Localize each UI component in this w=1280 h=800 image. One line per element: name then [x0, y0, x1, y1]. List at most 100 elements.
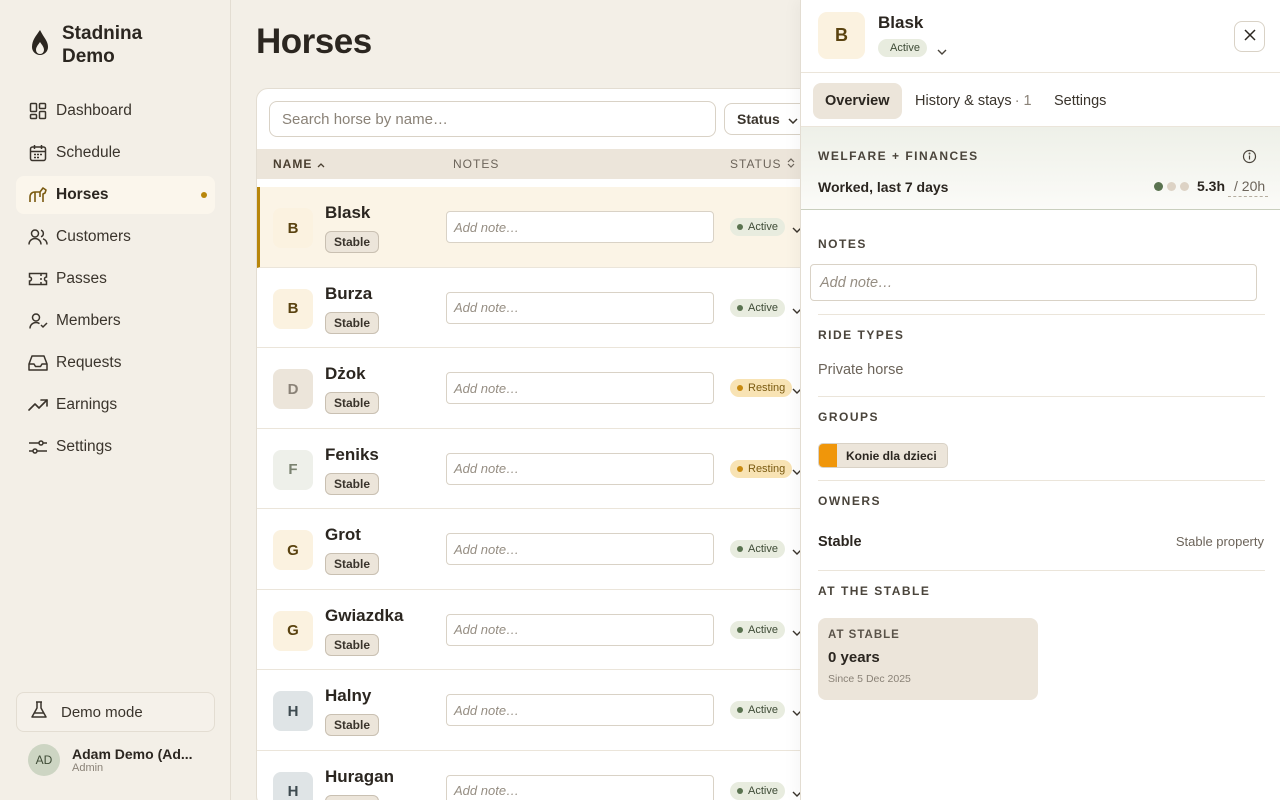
status-badge[interactable]: Resting: [730, 379, 793, 397]
status-badge[interactable]: Active: [730, 218, 785, 236]
nav-item-requests[interactable]: Requests: [16, 344, 215, 382]
horses-table-card: Search horse by name… Status NAME NOTES …: [256, 88, 816, 800]
table-row[interactable]: B Blask Stable Add note… Active: [257, 187, 815, 268]
ride-type-value[interactable]: Private horse: [818, 362, 903, 378]
status-badge[interactable]: Active: [730, 298, 785, 317]
horse-detail-panel: B Blask Active Overview History & stays …: [800, 0, 1280, 800]
status-badge[interactable]: Active: [730, 620, 785, 639]
horse-name: Dżok: [325, 364, 366, 383]
status-chevron-down-icon[interactable]: [937, 42, 947, 60]
note-input[interactable]: Add note…: [446, 694, 714, 726]
horse-avatar: B: [273, 208, 313, 248]
note-input[interactable]: Add note…: [446, 452, 714, 485]
nav-label: Settings: [56, 438, 113, 455]
calendar-icon: [28, 143, 48, 163]
horse-name: Halny: [325, 686, 372, 705]
nav-item-dashboard[interactable]: Dashboard: [16, 92, 215, 130]
status-dot: [737, 224, 743, 230]
divider: [818, 480, 1265, 481]
status-badge[interactable]: Active: [730, 540, 785, 558]
status-badge[interactable]: Active: [730, 781, 785, 800]
horse-tag: Stable: [325, 311, 380, 334]
main-nav: Dashboard Schedule Horses Customers Pass…: [16, 92, 215, 470]
nav-label: Dashboard: [56, 102, 132, 119]
status-dot: [737, 385, 743, 391]
nav-item-customers[interactable]: Customers: [16, 218, 215, 256]
at-stable-card: AT STABLE 0 years Since 5 Dec 2025: [818, 618, 1038, 700]
nav-item-earnings[interactable]: Earnings: [16, 386, 215, 424]
group-chip[interactable]: Konie dla dzieci: [818, 443, 948, 468]
note-input[interactable]: Add note…: [446, 613, 714, 646]
panel-tabs: Overview History & stays · 1 Settings: [801, 72, 1280, 127]
table-row[interactable]: F Feniks Stable Add note… Resting: [257, 429, 815, 509]
status-label: Active: [748, 221, 778, 233]
search-input[interactable]: Search horse by name…: [269, 101, 716, 137]
status-dot: [737, 304, 743, 311]
tab-settings[interactable]: Settings: [1042, 83, 1118, 119]
brand-name: Stadnina Demo: [62, 23, 143, 67]
column-header-status[interactable]: STATUS: [730, 157, 795, 171]
table-body: B Blask Stable Add note… Active B Burza Stable A…: [257, 187, 815, 800]
note-input[interactable]: Add note…: [446, 533, 714, 565]
tab-history-stays[interactable]: History & stays · 1: [903, 83, 1044, 119]
status-badge[interactable]: Active: [878, 39, 927, 57]
nav-item-horses[interactable]: Horses: [16, 176, 215, 214]
nav-label: Customers: [56, 228, 131, 245]
user-role: Admin: [72, 762, 104, 774]
note-input[interactable]: Add note…: [446, 291, 714, 324]
nav-label: Horses: [56, 186, 109, 203]
flame-logo-icon: [28, 28, 52, 63]
note-input[interactable]: Add note…: [446, 774, 714, 800]
horse-tag: Stable: [325, 392, 380, 414]
horse-avatar: B: [818, 12, 865, 59]
demo-mode-button[interactable]: Demo mode: [16, 692, 215, 732]
horse-tag: Stable: [325, 231, 380, 253]
status-dot: [737, 787, 743, 794]
horse-avatar: F: [273, 449, 313, 490]
close-icon: [1243, 28, 1256, 46]
nav-item-schedule[interactable]: Schedule: [16, 134, 215, 172]
status-badge[interactable]: Active: [730, 701, 785, 719]
horse-tag: Stable: [325, 714, 380, 736]
inbox-icon: [28, 353, 48, 373]
table-row[interactable]: H Huragan Stable Add note… Active: [257, 751, 815, 800]
demo-mode-label: Demo mode: [61, 703, 143, 721]
nav-label: Requests: [56, 354, 122, 371]
workload-dot-empty: [1167, 182, 1176, 191]
customers-icon: [28, 227, 48, 247]
close-panel-button[interactable]: [1234, 21, 1265, 52]
owners-title: OWNERS: [818, 494, 881, 508]
note-input[interactable]: Add note…: [446, 211, 714, 243]
tab-overview[interactable]: Overview: [813, 83, 902, 119]
member-icon: [28, 311, 48, 331]
status-filter-label: Status: [737, 111, 780, 127]
table-row[interactable]: D Dżok Stable Add note… Resting: [257, 348, 815, 429]
sidebar: Stadnina Demo Dashboard Schedule Horses …: [0, 0, 231, 800]
user-menu[interactable]: AD Adam Demo (Ad... Admin: [28, 744, 197, 776]
nav-item-passes[interactable]: Passes: [16, 260, 215, 298]
info-icon[interactable]: [1242, 149, 1257, 169]
horse-tag: Stable: [325, 553, 380, 575]
active-indicator-dot: [201, 192, 207, 198]
table-row[interactable]: G Gwiazdka Stable Add note… Active: [257, 590, 815, 670]
workload-dots: [1154, 182, 1189, 191]
table-row[interactable]: G Grot Stable Add note… Active: [257, 509, 815, 590]
column-label: NAME: [273, 157, 313, 171]
nav-item-members[interactable]: Members: [16, 302, 215, 340]
workload-dot-filled: [1154, 182, 1163, 191]
brand[interactable]: Stadnina Demo: [28, 22, 172, 68]
nav-label: Passes: [56, 270, 107, 287]
divider: [818, 396, 1265, 397]
table-row[interactable]: B Burza Stable Add note… Active: [257, 268, 815, 348]
note-input[interactable]: Add note…: [446, 372, 714, 404]
worked-max[interactable]: / 20h: [1228, 178, 1269, 197]
status-badge[interactable]: Resting: [730, 459, 793, 478]
nav-item-settings[interactable]: Settings: [16, 428, 215, 466]
column-label: NOTES: [453, 157, 500, 171]
chevron-down-icon: [788, 111, 798, 127]
at-stable-label: AT STABLE: [828, 629, 900, 641]
divider: [818, 314, 1265, 315]
table-row[interactable]: H Halny Stable Add note… Active: [257, 670, 815, 751]
column-header-name[interactable]: NAME: [273, 157, 325, 171]
notes-input[interactable]: Add note…: [810, 264, 1257, 301]
